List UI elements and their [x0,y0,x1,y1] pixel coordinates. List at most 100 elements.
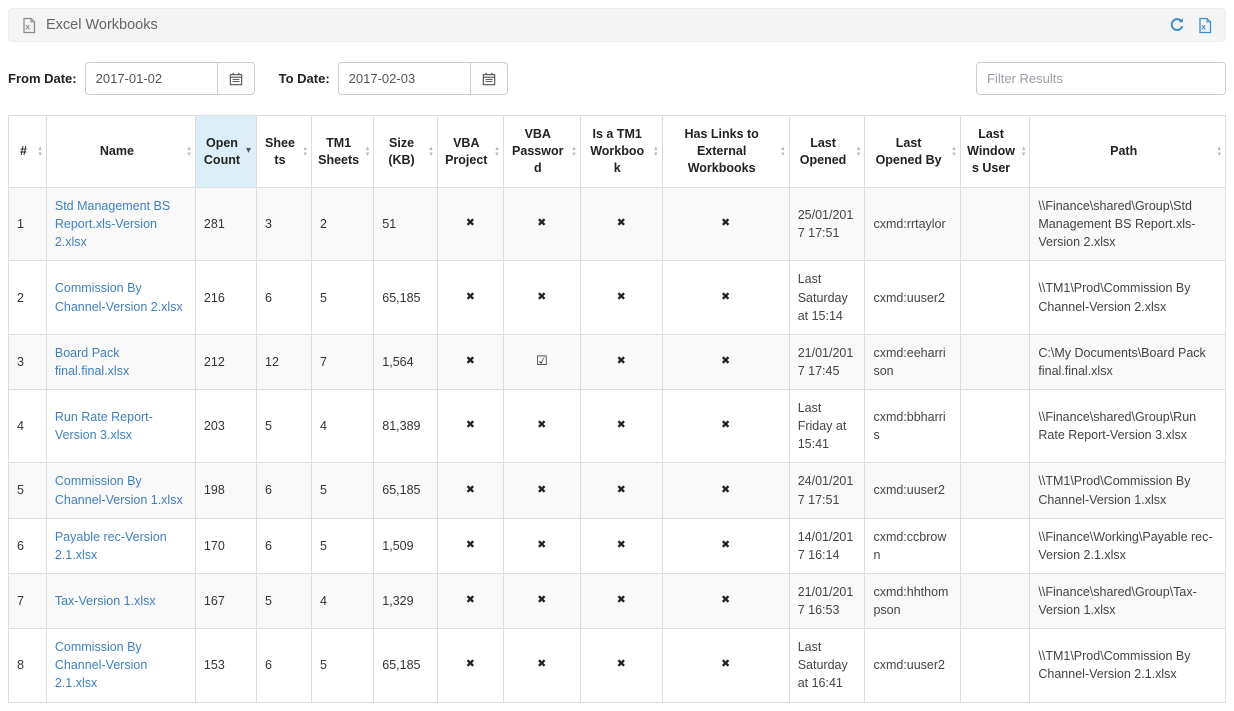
cell-last_windows_user [960,261,1030,334]
cell-vba_password: ✖ [503,188,580,261]
cell-sheets: 6 [257,629,312,702]
column-label: Path [1110,144,1137,158]
workbook-name-link[interactable]: Commission By Channel-Version 2.xlsx [55,281,183,313]
cell-path: \\Finance\Working\Payable rec-Version 2.… [1030,518,1226,573]
cell-vba_password: ☑ [503,334,580,389]
column-header-last_opened[interactable]: Last Opened▴▾ [789,116,865,188]
cell-sheets: 6 [257,518,312,573]
workbook-name-link[interactable]: Commission By Channel-Version 2.1.xlsx [55,640,147,690]
column-label: Is a TM1 Workbook [590,127,644,175]
cell-name: Std Management BS Report.xls-Version 2.x… [46,188,195,261]
column-header-open_count[interactable]: Open Count▾ [195,116,256,188]
cell-name: Commission By Channel-Version 2.xlsx [46,261,195,334]
cell-sheets: 5 [257,573,312,628]
cell-tm1_sheets: 5 [311,463,373,518]
to-date-calendar-button[interactable] [470,62,508,95]
cell-num: 6 [9,518,47,573]
cell-last_opened: Last Saturday at 15:14 [789,261,865,334]
column-label: Name [100,144,134,158]
cell-vba_project: ✖ [437,334,503,389]
cell-tm1_sheets: 7 [311,334,373,389]
sort-both-icon: ▴▾ [1022,146,1026,158]
column-label: Last Windows User [967,127,1015,175]
column-header-last_opened_by[interactable]: Last Opened By▴▾ [865,116,960,188]
cell-vba_password: ✖ [503,518,580,573]
workbook-name-link[interactable]: Commission By Channel-Version 1.xlsx [55,474,183,506]
cell-num: 7 [9,573,47,628]
cell-name: Tax-Version 1.xlsx [46,573,195,628]
cell-name: Commission By Channel-Version 1.xlsx [46,463,195,518]
column-header-num[interactable]: #▴▾ [9,116,47,188]
cell-path: C:\My Documents\Board Pack final.final.x… [1030,334,1226,389]
cell-has_links_external: ✖ [662,629,789,702]
calendar-icon [229,72,243,86]
table-row: 6Payable rec-Version 2.1.xlsx170651,509✖… [9,518,1226,573]
filter-results-input[interactable] [976,62,1226,95]
cell-open_count: 198 [195,463,256,518]
cell-num: 3 [9,334,47,389]
cell-last_windows_user [960,334,1030,389]
column-header-last_windows_user[interactable]: Last Windows User ▴▾ [960,116,1030,188]
column-header-path[interactable]: Path▴▾ [1030,116,1226,188]
sort-both-icon: ▴▾ [781,146,785,158]
column-header-size_kb[interactable]: Size (KB) ▴▾ [374,116,438,188]
cell-has_links_external: ✖ [662,334,789,389]
workbook-name-link[interactable]: Tax-Version 1.xlsx [55,594,156,608]
svg-text:x: x [1201,21,1206,31]
calendar-icon [482,72,496,86]
workbook-name-link[interactable]: Run Rate Report-Version 3.xlsx [55,410,153,442]
sort-both-icon: ▴▾ [38,146,42,158]
cell-size_kb: 1,564 [374,334,438,389]
cell-open_count: 281 [195,188,256,261]
cell-has_links_external: ✖ [662,573,789,628]
sort-both-icon: ▴▾ [654,146,658,158]
cell-vba_project: ✖ [437,573,503,628]
sort-both-icon: ▴▾ [366,146,370,158]
table-row: 3Board Pack final.final.xlsx2121271,564✖… [9,334,1226,389]
column-label: Last Opened [800,136,847,167]
column-header-has_links_external[interactable]: Has Links to External Workbooks▴▾ [662,116,789,188]
cell-name: Payable rec-Version 2.1.xlsx [46,518,195,573]
from-date-input[interactable] [85,62,217,95]
column-label: Open Count [204,136,240,167]
column-label: Size (KB) [388,136,414,167]
cell-is_tm1_workbook: ✖ [580,573,662,628]
cell-open_count: 216 [195,261,256,334]
workbook-name-link[interactable]: Payable rec-Version 2.1.xlsx [55,530,167,562]
cell-vba_project: ✖ [437,188,503,261]
cell-path: \\TM1\Prod\Commission By Channel-Version… [1030,261,1226,334]
cell-is_tm1_workbook: ✖ [580,629,662,702]
cell-last_opened: 14/01/2017 16:14 [789,518,865,573]
column-header-sheets[interactable]: Sheets▴▾ [257,116,312,188]
column-header-name[interactable]: Name▴▾ [46,116,195,188]
cell-num: 2 [9,261,47,334]
cell-size_kb: 65,185 [374,261,438,334]
to-date-input[interactable] [338,62,470,95]
workbooks-table-head: #▴▾Name▴▾Open Count▾Sheets▴▾TM1 Sheets▴▾… [9,116,1226,188]
cell-size_kb: 1,329 [374,573,438,628]
cell-tm1_sheets: 4 [311,573,373,628]
table-row: 7Tax-Version 1.xlsx167541,329✖✖✖✖21/01/2… [9,573,1226,628]
sort-both-icon: ▴▾ [429,146,433,158]
column-label: VBA Project [445,136,487,167]
cell-path: \\Finance\shared\Group\Run Rate Report-V… [1030,390,1226,463]
cell-vba_password: ✖ [503,261,580,334]
refresh-button[interactable] [1169,17,1185,33]
from-date-calendar-button[interactable] [217,62,255,95]
export-excel-button[interactable]: x [1197,17,1213,34]
cell-last_opened: 25/01/2017 17:51 [789,188,865,261]
column-header-vba_password[interactable]: VBA Password▴▾ [503,116,580,188]
panel-header: x Excel Workbooks x [8,8,1226,42]
cell-last_opened_by: cxmd:eeharrison [865,334,960,389]
workbook-name-link[interactable]: Std Management BS Report.xls-Version 2.x… [55,199,170,249]
column-header-vba_project[interactable]: VBA Project▴▾ [437,116,503,188]
cell-vba_password: ✖ [503,463,580,518]
cell-last_windows_user [960,188,1030,261]
column-header-tm1_sheets[interactable]: TM1 Sheets▴▾ [311,116,373,188]
workbook-name-link[interactable]: Board Pack final.final.xlsx [55,346,129,378]
column-header-is_tm1_workbook[interactable]: Is a TM1 Workbook ▴▾ [580,116,662,188]
table-row: 4Run Rate Report-Version 3.xlsx2035481,3… [9,390,1226,463]
cell-name: Commission By Channel-Version 2.1.xlsx [46,629,195,702]
cell-last_windows_user [960,573,1030,628]
cell-sheets: 5 [257,390,312,463]
